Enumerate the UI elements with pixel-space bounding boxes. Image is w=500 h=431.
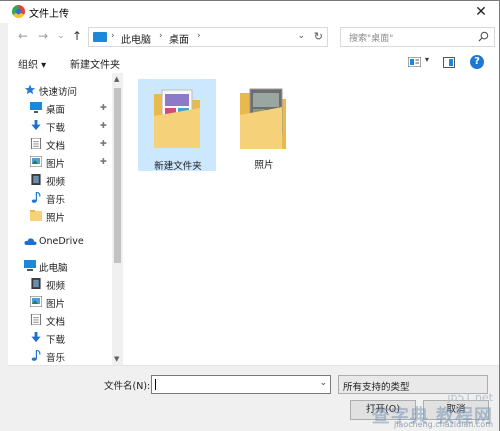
sidebar-item-label: 图片 (46, 159, 66, 170)
download-icon (31, 120, 41, 131)
scroll-up-arrow-icon[interactable]: ▲ (114, 75, 119, 83)
download-icon (31, 332, 41, 343)
navigation-pane-scrollbar[interactable]: ▲ ▼ (112, 73, 123, 365)
sidebar-item-label: 音乐 (46, 353, 66, 364)
forward-button[interactable]: → (36, 29, 50, 43)
pictures-icon (30, 296, 42, 307)
sidebar-item-pc-documents[interactable]: 文档 (8, 311, 112, 329)
filename-input[interactable]: ⌄ (151, 375, 331, 394)
sidebar-item-pc-music[interactable]: 音乐 (8, 347, 112, 365)
chevron-down-icon[interactable]: ⌄ (319, 378, 327, 388)
sidebar-item-label: 快速访问 (39, 87, 78, 98)
breadcrumb-separator[interactable]: › (197, 31, 201, 41)
sidebar-item-quick-access[interactable]: 快速访问 (8, 81, 112, 99)
command-bar: 组织 ▾ 新建文件夹 ▾ ? (8, 51, 499, 73)
sidebar-item-pc-downloads[interactable]: 下载 (8, 329, 112, 347)
star-icon (24, 84, 36, 95)
scroll-down-arrow-icon[interactable]: ▼ (114, 355, 119, 363)
sidebar-item-label: 图片 (46, 299, 66, 310)
sidebar-item-label: 此电脑 (39, 263, 68, 274)
view-options-icon[interactable] (408, 57, 421, 67)
sidebar-item-pc-pictures[interactable]: 图片 (8, 293, 112, 311)
pc-icon (93, 32, 107, 42)
navigation-pane: 快速访问 桌面 ✚ 下载 ✚ 文档 ✚ 图片 ✚ 视频 音乐 照片 OneDri… (8, 73, 123, 365)
video-icon (31, 174, 41, 185)
sidebar-item-label: 音乐 (46, 195, 66, 206)
scrollbar-thumb[interactable] (114, 88, 121, 263)
sidebar-item-videos[interactable]: 视频 (8, 171, 112, 189)
pin-icon: ✚ (100, 139, 107, 148)
file-name: 照片 (254, 160, 274, 171)
organize-menu[interactable]: 组织 ▾ (18, 56, 46, 71)
pictures-icon (30, 156, 42, 167)
file-name: 新建文件夹 (154, 161, 202, 172)
browser-logo-icon (12, 5, 25, 18)
text-caret (155, 379, 156, 390)
pc-icon (24, 260, 36, 271)
back-button[interactable]: ← (16, 29, 30, 43)
folder-icon (30, 210, 42, 221)
new-folder-button[interactable]: 新建文件夹 (70, 56, 120, 71)
file-item-new-folder[interactable]: 新建文件夹 (138, 79, 216, 172)
folder-with-images-icon (154, 89, 200, 148)
pin-icon: ✚ (100, 121, 107, 130)
music-icon (31, 192, 41, 203)
sidebar-item-label: 下载 (46, 123, 66, 134)
search-icon (478, 31, 489, 42)
sidebar-item-label: 照片 (46, 213, 66, 224)
sidebar-item-pc-videos[interactable]: 视频 (8, 275, 112, 293)
sidebar-item-label: 视频 (46, 177, 66, 188)
sidebar-item-onedrive[interactable]: OneDrive (8, 233, 112, 251)
file-type-value: 所有支持的类型 (343, 382, 410, 393)
document-icon (30, 314, 42, 325)
search-box[interactable]: 搜索"桌面" (340, 27, 495, 47)
file-list: 新建文件夹 照片 (125, 73, 499, 365)
sidebar-item-label: OneDrive (39, 236, 84, 247)
folder-with-photos-icon (240, 88, 286, 149)
breadcrumb-separator[interactable]: › (111, 31, 115, 41)
address-dropdown-button[interactable]: ⌄ (297, 31, 305, 41)
sidebar-item-label: 桌面 (46, 105, 66, 116)
sidebar-item-documents[interactable]: 文档 ✚ (8, 135, 112, 153)
up-button[interactable]: ↑ (70, 29, 84, 43)
sidebar-item-label: 文档 (46, 317, 66, 328)
sidebar-item-photos[interactable]: 照片 (8, 207, 112, 225)
sidebar-item-desktop[interactable]: 桌面 ✚ (8, 99, 112, 117)
watermark-url: jiaocheng.chazidian.com (393, 420, 493, 429)
breadcrumb-desktop[interactable]: 桌面 (169, 31, 189, 46)
sidebar-item-downloads[interactable]: 下载 ✚ (8, 117, 112, 135)
close-button[interactable]: ✕ (473, 4, 489, 20)
search-placeholder: 搜索"桌面" (349, 34, 394, 44)
sidebar-item-label: 视频 (46, 281, 66, 292)
cloud-icon (24, 238, 37, 245)
sidebar-item-this-pc[interactable]: 此电脑 (8, 257, 112, 275)
breadcrumb-this-pc[interactable]: 此电脑 (121, 31, 151, 46)
pin-icon: ✚ (100, 103, 107, 112)
refresh-button[interactable]: ↻ (314, 30, 323, 43)
address-bar[interactable]: › 此电脑 › 桌面 › ⌄ ↻ (88, 27, 328, 47)
file-upload-dialog: 文件上传 ✕ ← → ⌄ ↑ › 此电脑 › 桌面 › ⌄ ↻ 搜索"桌面" 组… (0, 0, 500, 431)
music-icon (31, 350, 41, 361)
breadcrumb-separator[interactable]: › (159, 31, 163, 41)
desktop-icon (30, 102, 42, 113)
sidebar-item-pictures[interactable]: 图片 ✚ (8, 153, 112, 171)
preview-pane-icon[interactable] (443, 57, 455, 68)
title-bar: 文件上传 ✕ (0, 1, 499, 23)
navigation-bar: ← → ⌄ ↑ › 此电脑 › 桌面 › ⌄ ↻ 搜索"桌面" (8, 23, 499, 51)
filename-label: 文件名(N): (104, 381, 151, 392)
video-icon (31, 278, 41, 289)
file-item-photos[interactable]: 照片 (225, 79, 303, 171)
sidebar-item-music[interactable]: 音乐 (8, 189, 112, 207)
window-title: 文件上传 (29, 9, 69, 20)
help-icon[interactable]: ? (470, 55, 484, 69)
document-icon (30, 138, 42, 149)
sidebar-item-label: 下载 (46, 335, 66, 346)
sidebar-item-label: 文档 (46, 141, 66, 152)
background-window-edge (0, 23, 8, 431)
view-dropdown-button[interactable]: ▾ (425, 55, 429, 64)
recent-locations-button[interactable]: ⌄ (54, 29, 68, 43)
pin-icon: ✚ (100, 157, 107, 166)
